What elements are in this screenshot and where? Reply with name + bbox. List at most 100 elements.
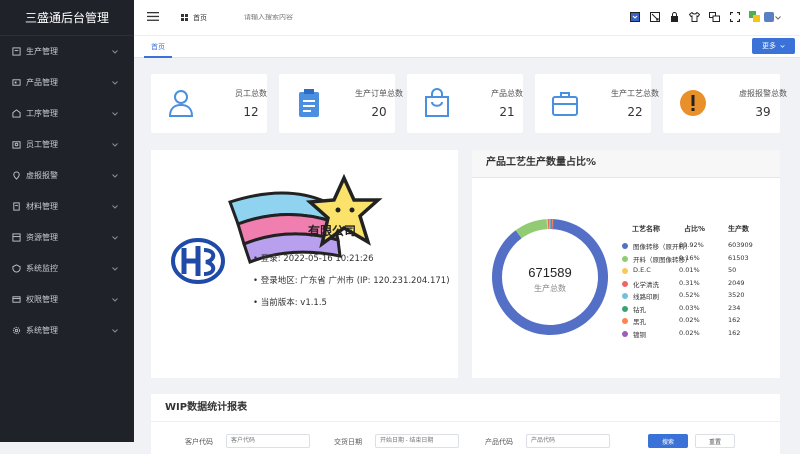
legend-name: 镀铜 xyxy=(633,330,646,339)
sidebar-item-alarm[interactable]: 虚报报警 xyxy=(0,160,134,191)
chevron-down-icon xyxy=(112,140,118,149)
legend-name: 黑孔 xyxy=(633,318,646,326)
donut-slice[interactable] xyxy=(515,219,548,239)
sidebar-item-resource[interactable]: 资源管理 xyxy=(0,222,134,253)
more-button-label: 更多 xyxy=(762,43,776,50)
legend-item[interactable]: 黑孔 0.02% 162 xyxy=(622,315,762,327)
warning-icon xyxy=(680,90,706,116)
stat-card-orders[interactable]: 生产订单总数 20 xyxy=(279,74,403,133)
sidebar-item-label: 虚报报警 xyxy=(26,171,58,180)
legend-pct: 0.31% xyxy=(679,278,700,287)
product-icon xyxy=(11,78,21,88)
search-input[interactable] xyxy=(244,14,404,21)
reset-button[interactable]: 重置 xyxy=(695,434,735,448)
legend-value: 603909 xyxy=(728,241,753,249)
screenshot-icon[interactable] xyxy=(649,11,660,22)
avatar[interactable] xyxy=(764,12,774,22)
process-icon xyxy=(11,109,21,119)
current-version: • 当前版本: v1.1.5 xyxy=(253,298,327,308)
legend-item[interactable]: 图像转移（原开料） 89.92% 603909 xyxy=(622,240,762,252)
sidebar-item-label: 系统监控 xyxy=(26,264,58,273)
window-icon[interactable] xyxy=(709,11,720,22)
lock-icon[interactable] xyxy=(669,11,680,22)
legend-dot xyxy=(622,268,628,274)
alarm-icon xyxy=(11,171,21,181)
sidebar-item-label: 工序管理 xyxy=(26,109,58,118)
sidebar-item-staff[interactable]: 员工管理 xyxy=(0,129,134,160)
breadcrumb-home: 首页 xyxy=(193,13,207,22)
clipboard-icon xyxy=(299,89,319,117)
chart-title: 产品工艺生产数量占比% xyxy=(472,150,780,178)
legend-header-value: 生产数 xyxy=(728,225,749,233)
sidebar-item-label: 生产管理 xyxy=(26,47,58,56)
sidebar-item-product[interactable]: 产品管理 xyxy=(0,67,134,98)
stat-card-products[interactable]: 产品总数 21 xyxy=(407,74,523,133)
chevron-down-icon xyxy=(112,109,118,118)
chevron-down-icon xyxy=(112,47,118,56)
legend-item[interactable]: 钻孔 0.03% 234 xyxy=(622,303,762,315)
legend-header-name: 工艺名称 xyxy=(632,225,660,233)
chevron-down-icon xyxy=(112,78,118,87)
chevron-down-icon xyxy=(780,44,785,48)
legend-pct: 0.02% xyxy=(679,316,700,324)
legend-value: 61503 xyxy=(728,253,749,262)
sidebar-item-material[interactable]: 材料管理 xyxy=(0,191,134,222)
stat-card-processes[interactable]: 生产工艺总数 22 xyxy=(535,74,659,133)
legend-value: 3520 xyxy=(728,291,745,299)
menu-toggle-icon[interactable] xyxy=(147,12,159,23)
search-button[interactable]: 搜索 xyxy=(648,434,688,448)
legend-item[interactable]: 线路印刷 0.52% 3520 xyxy=(622,290,762,302)
customer-code-input[interactable] xyxy=(226,434,310,448)
last-login-text: 登录: 2022-05-16 10:21:26 xyxy=(260,254,374,264)
tab-home[interactable]: 首页 xyxy=(144,36,172,58)
legend-item[interactable]: 开料（原图像转移） 9.16% 61503 xyxy=(622,253,762,265)
chart-total-label: 生产总数 xyxy=(534,283,566,293)
sidebar-item-process[interactable]: 工序管理 xyxy=(0,98,134,129)
stat-card-alarms[interactable]: 虚报报警总数 39 xyxy=(663,74,787,133)
legend-dot xyxy=(622,293,628,299)
chevron-down-icon xyxy=(112,295,118,304)
legend-dot xyxy=(622,280,628,287)
sidebar-item-label: 产品管理 xyxy=(26,78,58,87)
legend-name: 化学清洗 xyxy=(633,280,659,289)
sidebar-menu: 生产管理 产品管理 工序管理 员工管理 虚报报警 材料管理 资源管理 系统监控 … xyxy=(0,36,134,346)
translate-icon[interactable] xyxy=(749,11,760,22)
user-icon xyxy=(168,90,194,117)
chevron-down-icon[interactable] xyxy=(775,13,781,22)
theme-color-icon[interactable] xyxy=(629,11,640,22)
grid-icon xyxy=(181,14,188,21)
delivery-date-label: 交货日期 xyxy=(334,438,362,446)
legend-value: 162 xyxy=(728,328,741,337)
legend-item[interactable]: D.E.C 0.01% 50 xyxy=(622,265,762,277)
sidebar-item-label: 系统管理 xyxy=(26,326,58,335)
legend-item[interactable]: 镀铜 0.02% 162 xyxy=(622,328,762,340)
chevron-down-icon xyxy=(112,264,118,273)
breadcrumb[interactable]: 首页 xyxy=(181,13,207,23)
product-code-input[interactable] xyxy=(526,434,610,448)
chart-total-value: 671589 xyxy=(528,265,571,280)
version-text: 当前版本: v1.1.5 xyxy=(260,298,327,308)
donut-slice[interactable] xyxy=(548,219,551,230)
legend-item[interactable]: 化学清洗 0.31% 2049 xyxy=(622,278,762,290)
staff-icon xyxy=(11,140,21,150)
delivery-date-range-input[interactable] xyxy=(375,434,459,448)
sidebar-item-label: 权限管理 xyxy=(26,295,58,304)
legend-pct: 0.02% xyxy=(679,328,700,337)
more-button[interactable]: 更多 xyxy=(752,38,795,54)
sidebar-item-production[interactable]: 生产管理 xyxy=(0,36,134,67)
reset-button-label: 重置 xyxy=(708,438,721,446)
donut-chart[interactable]: 671589 生产总数 xyxy=(490,215,610,340)
last-login-time: • 登录: 2022-05-16 10:21:26 xyxy=(253,254,374,264)
company-name: 有限公司 xyxy=(308,224,357,238)
legend-value: 162 xyxy=(728,316,741,324)
sidebar: 三盛通后台管理 生产管理 产品管理 工序管理 员工管理 虚报报警 材料管理 资源… xyxy=(0,0,134,442)
sidebar-item-permission[interactable]: 权限管理 xyxy=(0,284,134,315)
sidebar-item-label: 材料管理 xyxy=(26,202,58,211)
fullscreen-icon[interactable] xyxy=(729,11,740,22)
production-icon xyxy=(11,47,21,57)
shirt-icon[interactable] xyxy=(689,11,700,22)
sidebar-item-monitor[interactable]: 系统监控 xyxy=(0,253,134,284)
sidebar-item-settings[interactable]: 系统管理 xyxy=(0,315,134,346)
sidebar-item-label: 资源管理 xyxy=(26,233,58,242)
stat-card-staff[interactable]: 员工总数 12 xyxy=(151,74,267,133)
